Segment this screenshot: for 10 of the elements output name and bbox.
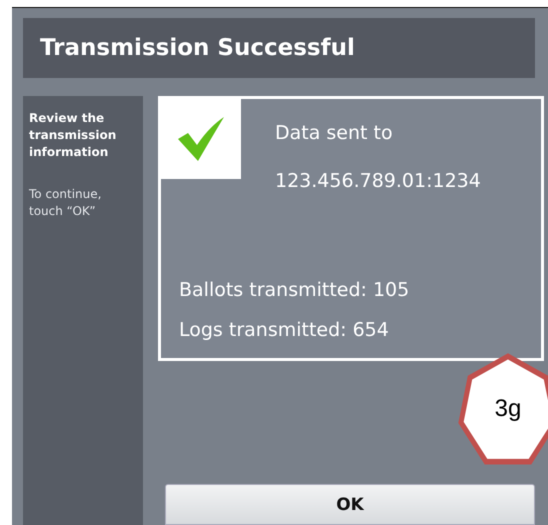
count-text: Ballots transmitted: 105 [179,278,410,303]
ok-button[interactable]: OK [165,484,535,525]
count-text: Logs transmitted: 654 [179,318,390,343]
step-badge: 3g [458,353,548,465]
result-text: 123.456.789.01:1234 [275,169,481,194]
result-text: Data sent to [275,121,394,146]
screen-title: Transmission Successful [40,35,355,61]
instruction-text: To continue, touch “OK” [29,186,102,220]
checkmark-icon [176,116,226,162]
instruction-heading: Review the transmission information [29,110,118,160]
